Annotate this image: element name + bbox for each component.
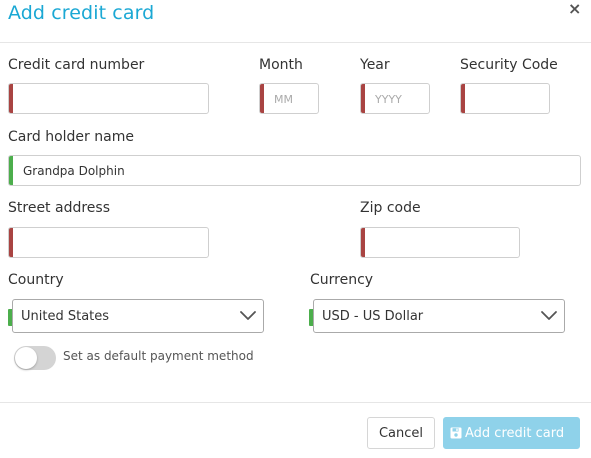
month-label: Month <box>259 57 303 73</box>
default-payment-toggle[interactable] <box>14 346 56 370</box>
default-payment-label: Set as default payment method <box>63 349 254 363</box>
add-credit-card-dialog: Add credit card × Credit card number Mon… <box>0 0 591 458</box>
security-code-label: Security Code <box>460 57 558 73</box>
card-holder-input[interactable] <box>15 156 578 185</box>
currency-selected-value: USD - US Dollar <box>322 309 424 324</box>
dialog-header: Add credit card × <box>0 0 591 43</box>
chevron-down-icon <box>240 311 256 320</box>
year-label: Year <box>360 57 390 73</box>
street-address-field <box>8 227 209 258</box>
invalid-indicator <box>461 84 465 113</box>
invalid-indicator <box>361 84 365 113</box>
currency-label: Currency <box>310 272 374 288</box>
currency-select-wrap: USD - US Dollar <box>309 299 565 333</box>
invalid-indicator <box>9 228 13 257</box>
zip-code-label: Zip code <box>360 200 421 216</box>
currency-select[interactable]: USD - US Dollar <box>313 299 565 333</box>
add-credit-card-button[interactable]: Add credit card <box>443 417 580 449</box>
country-selected-value: United States <box>21 309 110 324</box>
chevron-down-icon <box>541 311 557 320</box>
month-input[interactable] <box>266 84 316 113</box>
invalid-indicator <box>260 84 264 113</box>
street-address-input[interactable] <box>15 228 206 257</box>
card-holder-field <box>8 155 581 186</box>
invalid-indicator <box>9 84 13 113</box>
add-credit-card-button-label: Add credit card <box>465 425 565 441</box>
valid-indicator <box>9 156 13 185</box>
year-input[interactable] <box>367 84 427 113</box>
zip-code-input[interactable] <box>367 228 517 257</box>
zip-code-field <box>360 227 520 258</box>
security-code-input[interactable] <box>467 84 547 113</box>
country-select[interactable]: United States <box>12 299 264 333</box>
card-number-label: Credit card number <box>8 57 145 73</box>
dialog-footer: Cancel Add credit card <box>0 402 591 458</box>
card-number-input[interactable] <box>15 84 206 113</box>
card-holder-label: Card holder name <box>8 129 134 145</box>
invalid-indicator <box>361 228 365 257</box>
card-number-field <box>8 83 209 114</box>
street-address-label: Street address <box>8 200 110 216</box>
country-label: Country <box>8 272 64 288</box>
dialog-title: Add credit card <box>8 2 155 24</box>
toggle-knob <box>15 347 37 369</box>
security-code-field <box>460 83 550 114</box>
cancel-button[interactable]: Cancel <box>367 417 435 449</box>
year-field <box>360 83 430 114</box>
floppy-disk-icon <box>450 427 462 438</box>
close-icon[interactable]: × <box>568 1 581 17</box>
month-field <box>259 83 319 114</box>
cancel-button-label: Cancel <box>378 425 424 441</box>
country-select-wrap: United States <box>8 299 264 333</box>
